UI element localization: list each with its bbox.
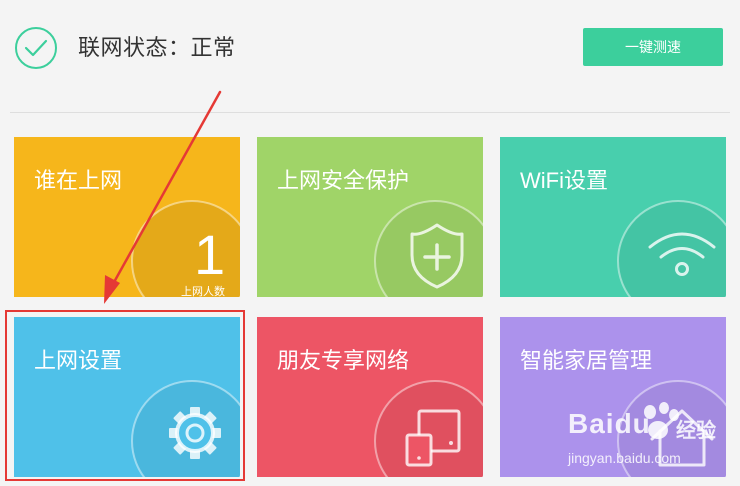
wifi-icon — [617, 200, 726, 297]
status-bar: 联网状态：正常 一键测速 — [0, 0, 740, 100]
tile-security[interactable]: 上网安全保护 — [257, 137, 483, 297]
checkmark-circle-icon — [15, 27, 57, 69]
connection-status-label: 联网状态：正常 — [78, 35, 236, 60]
speed-test-button[interactable]: 一键测速 — [583, 28, 723, 66]
tile-title: 智能家居管理 — [520, 348, 653, 373]
tile-smart-home[interactable]: 智能家居管理 — [500, 317, 726, 477]
gear-icon — [131, 380, 240, 477]
tile-who-online[interactable]: 谁在上网 1 上网人数 — [14, 137, 240, 297]
online-count-label: 上网人数 — [181, 286, 225, 297]
divider — [10, 112, 730, 113]
tile-title: 谁在上网 — [34, 168, 123, 193]
tile-title: 上网安全保护 — [277, 168, 410, 193]
online-count: 1 — [194, 223, 226, 286]
home-icon — [617, 380, 726, 477]
tile-wifi-settings[interactable]: WiFi设置 — [500, 137, 726, 297]
tile-title: WiFi设置 — [520, 168, 608, 193]
tile-friends-network[interactable]: 朋友专享网络 — [257, 317, 483, 477]
tile-internet-settings[interactable]: 上网设置 — [14, 317, 240, 477]
shield-plus-icon — [374, 200, 483, 297]
tile-title: 上网设置 — [34, 348, 123, 373]
tile-title: 朋友专享网络 — [277, 348, 410, 373]
devices-icon — [374, 380, 483, 477]
